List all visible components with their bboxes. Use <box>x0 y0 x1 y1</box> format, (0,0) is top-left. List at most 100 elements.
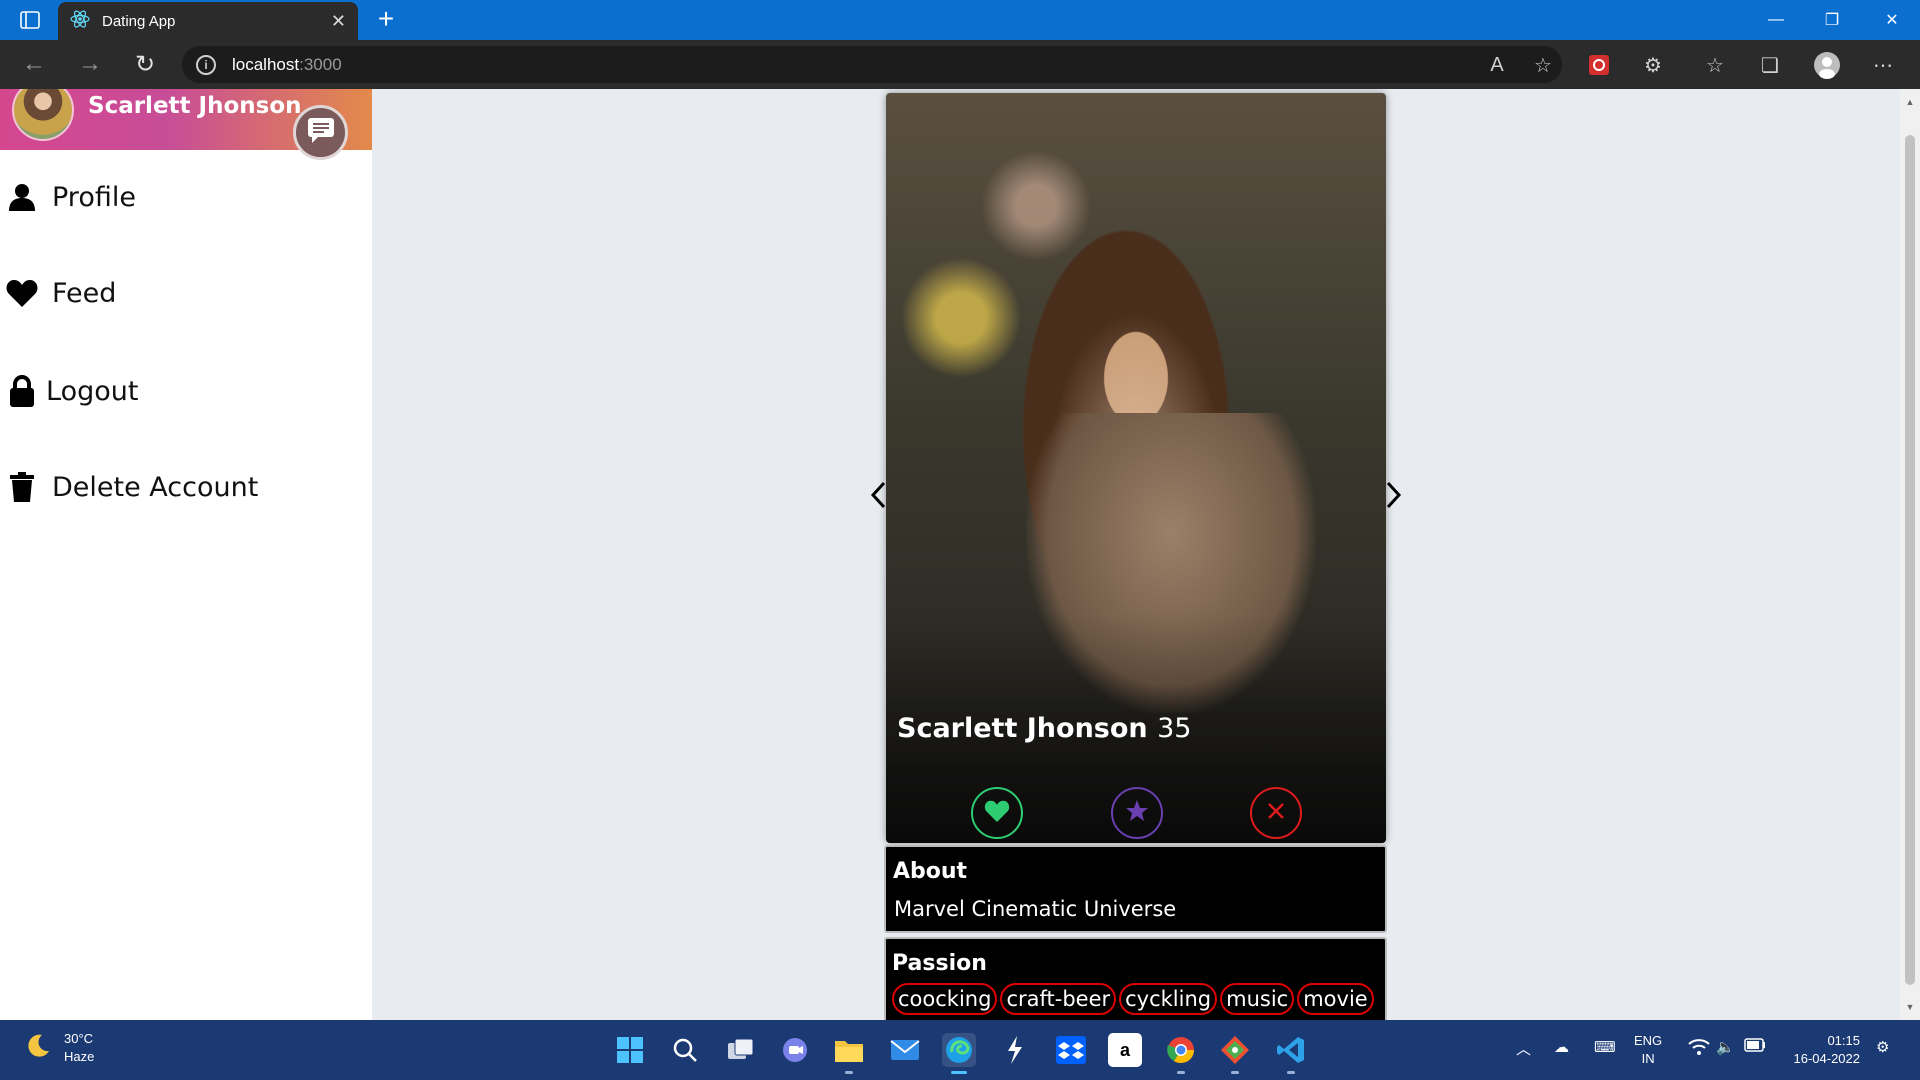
trash-icon <box>6 471 38 503</box>
passion-tag: movie <box>1297 983 1374 1015</box>
new-tab-icon[interactable]: + <box>370 4 402 36</box>
amazon-icon[interactable]: a <box>1108 1033 1142 1067</box>
add-favorite-icon[interactable]: ☆ <box>1528 50 1558 80</box>
sidebar-item-label: Profile <box>52 181 136 213</box>
vscode-icon[interactable] <box>1274 1033 1308 1074</box>
moon-icon <box>24 1032 52 1065</box>
back-icon[interactable]: ← <box>16 48 52 80</box>
weather-desc: Haze <box>64 1049 95 1064</box>
favorites-icon[interactable]: ☆ <box>1700 50 1730 80</box>
sidebar-header: Scarlett Jhonson <box>0 89 372 160</box>
site-info-icon[interactable]: i <box>196 54 216 75</box>
react-icon <box>70 9 90 33</box>
address-bar[interactable]: i localhost:3000 A ☆ <box>182 46 1562 83</box>
mail-icon[interactable] <box>888 1033 922 1067</box>
notifications-icon[interactable]: ⚙ <box>1876 1038 1889 1056</box>
browser-toolbar: ← → ↻ i localhost:3000 A ☆ ⚙ ☆ ❏ ⋯ <box>0 40 1920 89</box>
more-options-icon[interactable]: ⋯ <box>1868 50 1898 80</box>
weather-temp: 30°C <box>64 1031 94 1046</box>
passion-title: Passion <box>892 951 987 976</box>
card-name-text: Scarlett Jhonson <box>897 713 1148 744</box>
close-icon <box>1267 802 1285 825</box>
clock[interactable]: 01:15 16-04-2022 <box>1786 1032 1861 1068</box>
app-page: Scarlett Jhonson Profile Feed Logout Del… <box>0 89 1900 1020</box>
file-explorer-icon[interactable] <box>832 1033 866 1074</box>
tab-actions-icon[interactable] <box>14 9 46 31</box>
superlike-button[interactable] <box>1111 787 1163 839</box>
reject-button[interactable] <box>1250 787 1302 839</box>
passion-section: Passion coocking craft-beer cyckling mus… <box>884 937 1387 1020</box>
keyboard-icon[interactable]: ⌨ <box>1594 1038 1616 1056</box>
wifi-icon[interactable] <box>1688 1038 1710 1060</box>
clock-time: 01:15 <box>1827 1033 1860 1048</box>
avatar[interactable] <box>12 89 74 141</box>
heart-icon <box>6 277 38 309</box>
page-scrollbar[interactable]: ▲ ▼ <box>1900 89 1920 1020</box>
profile-icon[interactable] <box>1812 50 1842 80</box>
tab-title: Dating App <box>102 12 176 30</box>
search-icon[interactable] <box>668 1033 702 1067</box>
extensions-icon[interactable]: ⚙ <box>1638 50 1668 80</box>
passion-tags: coocking craft-beer cyckling music movie <box>892 983 1374 1015</box>
tab-close-icon[interactable]: ✕ <box>331 11 346 32</box>
volume-icon[interactable]: 🔈 <box>1716 1038 1735 1056</box>
close-window-icon[interactable]: ✕ <box>1864 0 1920 40</box>
chat-button[interactable] <box>293 105 348 160</box>
scroll-up-icon[interactable]: ▲ <box>1905 97 1915 107</box>
about-text: Marvel Cinematic Universe <box>894 897 1177 921</box>
language-region: IN <box>1641 1051 1655 1066</box>
weather-widget[interactable]: 30°C Haze <box>24 1030 94 1066</box>
profile-card[interactable]: Scarlett Jhonson 35 <box>886 93 1386 843</box>
sidebar: Scarlett Jhonson Profile Feed Logout Del… <box>0 89 372 1020</box>
tray-chevron-icon[interactable]: ︿ <box>1516 1038 1531 1059</box>
chrome-icon[interactable] <box>1164 1033 1198 1074</box>
sidebar-item-delete-account[interactable]: Delete Account <box>0 457 372 517</box>
sidebar-item-label: Logout <box>46 375 139 407</box>
start-icon[interactable] <box>613 1033 647 1067</box>
edge-icon[interactable] <box>942 1033 976 1074</box>
about-section: About Marvel Cinematic Universe <box>884 845 1387 933</box>
scroll-down-icon[interactable]: ▼ <box>1905 1002 1915 1012</box>
extension-red-icon[interactable] <box>1584 50 1614 80</box>
url-text: localhost:3000 <box>232 54 342 74</box>
like-button[interactable] <box>971 787 1023 839</box>
passion-tag: music <box>1220 983 1295 1015</box>
screen: Dating App ✕ + — ❐ ✕ ← → ↻ i localhost:3… <box>0 0 1920 1080</box>
teams-chat-icon[interactable] <box>778 1033 812 1067</box>
browser-titlebar: Dating App ✕ + — ❐ ✕ <box>0 0 1920 40</box>
user-name: Scarlett Jhonson <box>88 93 302 119</box>
sidebar-item-label: Feed <box>52 277 117 309</box>
scroll-thumb[interactable] <box>1905 135 1915 985</box>
sidebar-item-profile[interactable]: Profile <box>0 167 372 227</box>
refresh-icon[interactable]: ↻ <box>127 48 163 80</box>
card-age: 35 <box>1157 713 1192 744</box>
browser-tab[interactable]: Dating App ✕ <box>58 2 358 40</box>
clock-date: 16-04-2022 <box>1793 1051 1861 1066</box>
forward-icon[interactable]: → <box>72 48 108 80</box>
battery-icon[interactable] <box>1744 1038 1766 1056</box>
about-title: About <box>893 859 968 884</box>
passion-tag: craft-beer <box>1000 983 1117 1015</box>
onedrive-icon[interactable]: ☁ <box>1554 1038 1569 1056</box>
sidebar-item-logout[interactable]: Logout <box>0 361 372 421</box>
minimize-icon[interactable]: — <box>1748 0 1804 40</box>
sidebar-item-label: Delete Account <box>52 471 259 503</box>
restore-icon[interactable]: ❐ <box>1804 0 1860 40</box>
dropbox-icon[interactable] <box>1054 1033 1088 1067</box>
heart-icon <box>984 800 1010 827</box>
git-icon[interactable] <box>1218 1033 1252 1074</box>
chat-icon <box>307 117 335 148</box>
windows-taskbar: 30°C Haze a ︿ ☁ ⌨ ENG IN 🔈 01:15 16-04-2… <box>0 1020 1920 1080</box>
star-icon <box>1125 799 1149 828</box>
sidebar-item-feed[interactable]: Feed <box>0 263 372 323</box>
language-code: ENG <box>1634 1033 1663 1048</box>
person-icon <box>6 181 38 213</box>
task-view-icon[interactable] <box>724 1033 758 1067</box>
language-indicator[interactable]: ENG IN <box>1634 1032 1662 1068</box>
lock-icon <box>6 375 38 407</box>
passion-tag: coocking <box>892 983 998 1015</box>
read-aloud-icon[interactable]: A <box>1482 50 1512 80</box>
collections-icon[interactable]: ❏ <box>1755 50 1785 80</box>
lightning-app-icon[interactable] <box>998 1033 1032 1067</box>
passion-tag: cyckling <box>1119 983 1218 1015</box>
